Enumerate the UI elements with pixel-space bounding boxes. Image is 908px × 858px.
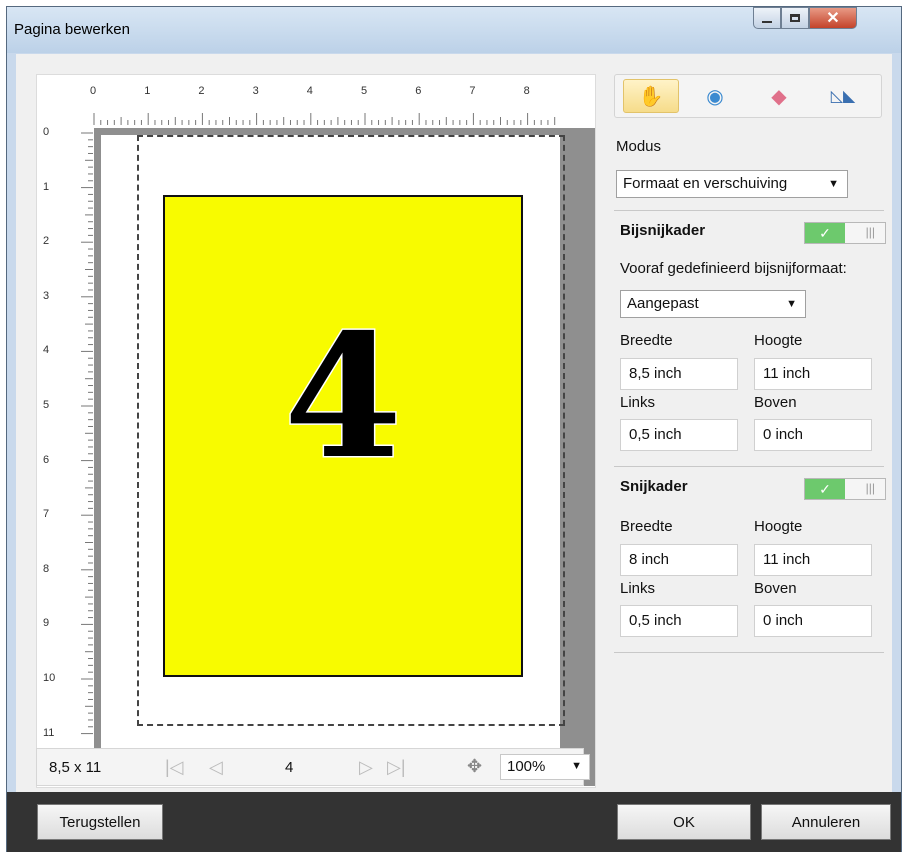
ruler-tick-label: 4 bbox=[306, 85, 313, 97]
ruler-tick-label: 10 bbox=[43, 672, 56, 684]
bleed-width-label: Breedte bbox=[620, 332, 673, 349]
bleed-left-label: Links bbox=[620, 394, 656, 411]
tool-palette: ✋ ◉ ◆ ◺◣ bbox=[614, 74, 882, 118]
bleed-box-title: Bijsnijkader bbox=[620, 222, 706, 239]
trim-box-title: Snijkader bbox=[620, 478, 688, 495]
trim-top-label: Boven bbox=[754, 580, 797, 597]
divider bbox=[614, 652, 884, 653]
divider bbox=[614, 466, 884, 467]
minimize-icon bbox=[762, 21, 772, 23]
hand-tool-button[interactable]: ✋ bbox=[623, 79, 679, 113]
ruler-tick-label: 5 bbox=[361, 85, 368, 97]
title-bar: Pagina bewerken ✕ bbox=[7, 7, 901, 53]
ruler-tick-label: 2 bbox=[43, 235, 50, 248]
first-page-icon[interactable]: |◁ bbox=[165, 757, 184, 778]
page-size-label: 8,5 x 11 bbox=[49, 759, 102, 776]
close-button[interactable]: ✕ bbox=[809, 7, 857, 29]
bleed-height-field[interactable]: 11 inch bbox=[754, 358, 872, 390]
maximize-button[interactable] bbox=[781, 7, 809, 29]
reset-button[interactable]: Terugstellen bbox=[37, 804, 163, 840]
bleed-preset-label: Vooraf gedefinieerd bijsnijformaat: bbox=[620, 260, 847, 277]
current-page-number: 4 bbox=[285, 759, 294, 776]
mode-select[interactable]: Formaat en verschuiving ▼ bbox=[616, 170, 848, 198]
ruler-tick-label: 7 bbox=[469, 85, 476, 97]
flip-tool-button[interactable]: ◺◣ bbox=[815, 79, 871, 113]
divider bbox=[614, 210, 884, 211]
bleed-preset-value: Aangepast bbox=[627, 295, 699, 312]
flip-icon: ◺◣ bbox=[830, 88, 856, 105]
ruler-tick-label: 2 bbox=[198, 85, 205, 97]
trim-height-field[interactable]: 11 inch bbox=[754, 544, 872, 576]
page-preview-area[interactable]: 0 1 2 3 4 5 6 7 8 0 1 2 3 4 5 6 7 8 9 10 11 4 bbox=[36, 74, 596, 788]
ruler-tick-label: 8 bbox=[43, 562, 50, 575]
cancel-button[interactable]: Annuleren bbox=[761, 804, 891, 840]
zoom-value: 100% bbox=[507, 758, 546, 775]
ruler-tick-label: 6 bbox=[43, 453, 50, 466]
page-bleed-area: 4 bbox=[94, 128, 595, 786]
window-title: Pagina bewerken bbox=[14, 21, 130, 38]
ruler-tick-label: 8 bbox=[523, 85, 530, 97]
ruler-tick-label: 7 bbox=[43, 508, 50, 521]
dialog-window: Pagina bewerken ✕ 0 1 2 3 4 5 6 7 8 0 1 2 3 4 5 6 7 8 9 10… bbox=[6, 6, 902, 852]
ruler-tick-label: 3 bbox=[252, 85, 259, 97]
navigation-bar: 8,5 x 11 |◁ ◁ 4 ▷ ▷| ✥ 100% ▼ bbox=[36, 748, 590, 786]
ruler-tick-label: 0 bbox=[43, 126, 50, 138]
bleed-width-field[interactable]: 8,5 inch bbox=[620, 358, 738, 390]
next-page-icon[interactable]: ▷ bbox=[359, 757, 373, 778]
button-bar: Terugstellen OK Annuleren bbox=[7, 792, 901, 852]
ruler-tick-label: 6 bbox=[415, 85, 422, 97]
trim-box-toggle[interactable]: ✓ ||| bbox=[804, 478, 886, 500]
zoom-select[interactable]: 100% ▼ bbox=[500, 754, 590, 780]
close-icon: ✕ bbox=[826, 10, 840, 27]
trim-top-field[interactable]: 0 inch bbox=[754, 605, 872, 637]
ruler-tick-label: 5 bbox=[43, 399, 50, 411]
ruler-tick-label: 11 bbox=[43, 726, 55, 739]
top-ruler bbox=[93, 113, 556, 125]
bleed-box-toggle[interactable]: ✓ ||| bbox=[804, 222, 886, 244]
left-ruler-labels: 0 1 2 3 4 5 6 7 8 9 10 11 bbox=[37, 75, 67, 787]
minimize-button[interactable] bbox=[753, 7, 781, 29]
mode-label: Modus bbox=[616, 138, 662, 155]
eraser-tool-button[interactable]: ◆ bbox=[751, 79, 807, 113]
zoom-icon: ◉ bbox=[706, 85, 724, 108]
trim-width-label: Breedte bbox=[620, 518, 673, 535]
trim-left-field[interactable]: 0,5 inch bbox=[620, 605, 738, 637]
move-icon[interactable]: ✥ bbox=[467, 756, 482, 777]
dialog-body: 0 1 2 3 4 5 6 7 8 0 1 2 3 4 5 6 7 8 9 10 11 4 8,5 x 11 |◁ ◁… bbox=[16, 54, 892, 792]
ruler-tick-label: 3 bbox=[43, 289, 50, 302]
bleed-top-field[interactable]: 0 inch bbox=[754, 419, 872, 451]
chevron-down-icon: ▼ bbox=[571, 760, 582, 772]
check-icon: ✓ bbox=[805, 223, 845, 243]
page-sheet: 4 bbox=[101, 135, 587, 780]
trim-width-field[interactable]: 8 inch bbox=[620, 544, 738, 576]
ruler-tick-label: 9 bbox=[43, 617, 50, 630]
hand-icon: ✋ bbox=[638, 85, 664, 108]
zoom-tool-button[interactable]: ◉ bbox=[687, 79, 743, 113]
bleed-top-label: Boven bbox=[754, 394, 797, 411]
bleed-height-label: Hoogte bbox=[754, 332, 803, 349]
top-ruler-labels: 0 1 2 3 4 5 6 7 8 bbox=[37, 85, 595, 99]
trim-left-label: Links bbox=[620, 580, 656, 597]
eraser-icon: ◆ bbox=[771, 85, 787, 108]
left-ruler bbox=[81, 132, 93, 735]
ruler-tick-label: 1 bbox=[43, 180, 50, 193]
prev-page-icon[interactable]: ◁ bbox=[209, 757, 223, 778]
mode-value: Formaat en verschuiving bbox=[623, 175, 788, 192]
page-artwork: 4 bbox=[163, 195, 523, 677]
chevron-down-icon: ▼ bbox=[786, 298, 797, 310]
bleed-preset-select[interactable]: Aangepast ▼ bbox=[620, 290, 806, 318]
ruler-tick-label: 1 bbox=[144, 85, 151, 97]
trim-height-label: Hoogte bbox=[754, 518, 803, 535]
check-icon: ✓ bbox=[805, 479, 845, 499]
ok-button[interactable]: OK bbox=[617, 804, 751, 840]
toggle-grip-icon: ||| bbox=[865, 481, 875, 495]
ruler-tick-label: 4 bbox=[43, 344, 50, 357]
chevron-down-icon: ▼ bbox=[828, 178, 839, 190]
page-number-graphic: 4 bbox=[282, 296, 403, 499]
maximize-icon bbox=[790, 14, 800, 22]
bleed-left-field[interactable]: 0,5 inch bbox=[620, 419, 738, 451]
last-page-icon[interactable]: ▷| bbox=[387, 757, 406, 778]
ruler-tick-label: 0 bbox=[90, 85, 97, 97]
toggle-grip-icon: ||| bbox=[865, 225, 875, 239]
